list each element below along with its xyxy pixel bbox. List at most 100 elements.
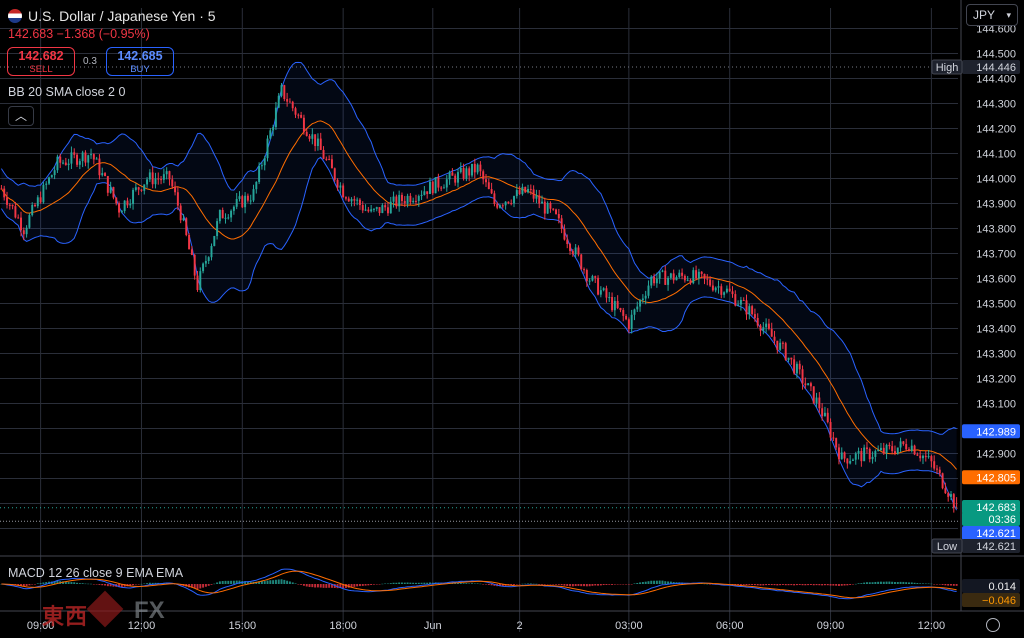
candle-body <box>451 172 454 176</box>
candle-body <box>723 292 726 295</box>
macd-histogram-bar <box>263 581 266 584</box>
candle-body <box>689 279 692 284</box>
macd-histogram-bar <box>882 581 885 584</box>
macd-histogram-bar <box>482 584 485 585</box>
macd-histogram-bar <box>381 583 384 585</box>
candle-body <box>462 167 465 179</box>
candle-body <box>524 186 527 193</box>
candle-body <box>504 201 507 206</box>
candle-body <box>739 299 742 305</box>
candle-body <box>599 290 602 295</box>
candle-body <box>154 178 157 185</box>
candle-body <box>328 159 331 161</box>
candle-body <box>361 205 364 211</box>
candle-body <box>507 201 510 204</box>
currency-select[interactable]: JPY ▾ <box>966 4 1018 26</box>
candle-body <box>78 161 81 165</box>
candle-body <box>188 235 191 250</box>
bollinger-indicator-label[interactable]: BB 20 SMA close 2 0 <box>8 85 125 99</box>
macd-histogram-bar <box>134 584 137 585</box>
candle-body <box>510 203 513 205</box>
candle-body <box>350 199 353 202</box>
candle-body <box>70 152 73 164</box>
macd-histogram-bar <box>891 581 894 584</box>
y-tick-label: 143.900 <box>976 199 1016 211</box>
candle-body <box>204 260 207 264</box>
symbol-header[interactable]: U.S. Dollar / Japanese Yen · 5 <box>8 5 216 27</box>
candle-body <box>885 444 888 454</box>
candle-body <box>389 201 392 214</box>
candle-body <box>823 412 826 417</box>
macd-histogram-bar <box>655 580 658 584</box>
candle-body <box>283 85 286 100</box>
macd-histogram-bar <box>473 583 476 585</box>
sell-button[interactable]: 142.682 SELL <box>7 47 75 76</box>
candle-body <box>552 208 555 210</box>
candle-body <box>448 172 451 180</box>
candle-body <box>319 138 322 150</box>
x-tick-label: Jun <box>424 620 442 632</box>
macd-histogram-bar <box>899 581 902 584</box>
macd-histogram-bar <box>375 584 378 585</box>
candle-body <box>493 193 496 204</box>
candle-body <box>725 288 728 293</box>
candle-body <box>454 175 457 183</box>
candle-body <box>224 217 227 219</box>
macd-histogram-bar <box>538 584 541 585</box>
candle-body <box>543 201 546 214</box>
candle-body <box>11 204 14 207</box>
candle-body <box>434 177 437 194</box>
candle-body <box>636 306 639 310</box>
candle-body <box>249 200 252 202</box>
macd-histogram-bar <box>552 584 555 585</box>
candle-body <box>336 179 339 188</box>
macd-histogram-bar <box>896 582 899 584</box>
macd-histogram-bar <box>913 582 916 584</box>
price-chart[interactable]: 144.600144.500144.400144.300144.200144.1… <box>0 0 1024 638</box>
macd-histogram-bar <box>809 584 812 585</box>
macd-histogram-bar <box>630 584 633 585</box>
candle-body <box>667 277 670 285</box>
candle-body <box>910 445 913 451</box>
candle-body <box>81 152 84 162</box>
candle-body <box>471 163 473 176</box>
macd-histogram-bar <box>767 584 770 586</box>
macd-histogram-bar <box>877 581 880 584</box>
macd-histogram-bar <box>364 584 367 586</box>
candle-body <box>36 197 39 207</box>
candle-body <box>17 217 20 219</box>
candle-body <box>868 448 871 460</box>
candle-body <box>386 207 389 214</box>
macd-histogram-bar <box>829 584 832 586</box>
macd-histogram-bar <box>812 584 815 586</box>
candle-body <box>395 196 398 207</box>
candle-body <box>115 197 118 204</box>
candle-body <box>370 209 373 212</box>
macd-histogram-bar <box>372 584 375 585</box>
macd-histogram-bar <box>591 584 594 586</box>
macd-histogram-bar <box>403 582 406 584</box>
candle-body <box>440 187 443 189</box>
candle-body <box>308 135 311 139</box>
gear-icon[interactable] <box>986 618 1000 632</box>
candle-body <box>280 85 283 96</box>
macd-histogram-bar <box>328 584 331 588</box>
candle-body <box>457 172 459 183</box>
x-tick-label: 15:00 <box>229 620 257 632</box>
macd-indicator-label[interactable]: MACD 12 26 close 9 EMA EMA <box>8 566 183 580</box>
candle-body <box>288 101 291 103</box>
macd-histogram-bar <box>549 584 552 585</box>
chevron-up-icon[interactable]: ︿ <box>8 106 34 126</box>
buy-button[interactable]: 142.685 BUY <box>106 47 174 76</box>
spread-value: 0.3 <box>83 56 97 67</box>
candle-body <box>529 188 532 190</box>
candle-body <box>300 114 303 118</box>
macd-histogram-bar <box>286 580 289 584</box>
candle-body <box>398 194 401 207</box>
candle-body <box>490 189 493 194</box>
macd-histogram-bar <box>793 584 796 586</box>
macd-histogram-bar <box>266 580 269 584</box>
candle-body <box>560 218 563 229</box>
candle-body <box>353 199 356 201</box>
macd-histogram-bar <box>639 582 642 584</box>
